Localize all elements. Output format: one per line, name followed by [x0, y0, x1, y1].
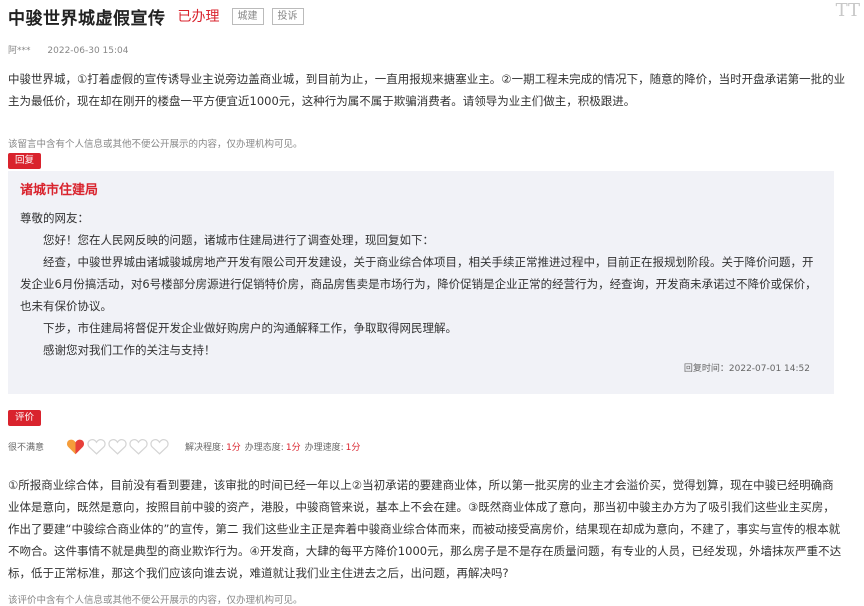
reply-badge: 回复	[8, 153, 42, 169]
reply-paragraph: 下步，市住建局将督促开发企业做好购房户的沟通解释工作，争取取得网民理解。	[43, 321, 457, 335]
score-label-attitude: 办理态度:	[244, 442, 284, 453]
overall-rating-label: 很不满意	[8, 442, 45, 453]
evaluation-badge: 评价	[8, 410, 42, 426]
heart-empty-icon	[129, 438, 148, 455]
score-label-resolution: 解决程度:	[185, 442, 225, 453]
heart-empty-icon	[108, 438, 127, 455]
rating-row: 很不满意 解决程度: 1分 办理态度: 1分 办理速度: 1分	[8, 436, 360, 456]
page-header: 中骏世界城虚假宣传 已办理 城建 投诉	[8, 4, 856, 29]
reply-content: 尊敬的网友： 您好！您在人民网反映的问题，诸城市住建局进行了调查处理，现回复如下…	[20, 207, 820, 361]
post-date: 2022-06-30 15:04	[47, 46, 129, 56]
message-content: 中骏世界城，①打着虚假的宣传诱导业主说旁边盖商业城，到目前为止，一直用报规来搪塞…	[8, 72, 846, 108]
reply-paragraph: 经查，中骏世界城由诸城骏城房地产开发有限公司开发建设，关于商业综合体项目，相关手…	[20, 255, 817, 313]
evaluation-privacy-notice: 该评价中含有个人信息或其他不便公开展示的内容，仅办理机构可见。	[8, 595, 303, 606]
heart-rating	[66, 438, 171, 455]
score-value-speed: 1分	[345, 442, 361, 453]
reply-paragraph: 感谢您对我们工作的关注与支持！	[43, 343, 216, 357]
heart-filled-icon	[66, 439, 85, 454]
score-value-resolution: 1分	[226, 442, 241, 453]
reply-time: 回复时间：2022-07-01 14:52	[683, 364, 810, 374]
reply-box: 诸城市住建局 尊敬的网友： 您好！您在人民网反映的问题，诸城市住建局进行了调查处…	[8, 171, 834, 394]
tag-category[interactable]: 城建	[231, 7, 264, 25]
font-size-toggle-icon[interactable]: TT	[836, 0, 860, 21]
heart-empty-icon	[150, 438, 169, 455]
score-value-attitude: 1分	[285, 442, 301, 453]
reply-org-name: 诸城市住建局	[20, 183, 99, 198]
reply-greeting: 尊敬的网友：	[20, 211, 89, 225]
author-name: 阿***	[8, 46, 31, 56]
evaluation-content: ①所报商业综合体，目前没有看到要建，该审批的时间已经一年以上②当初承诺的要建商业…	[8, 478, 842, 580]
score-label-speed: 办理速度:	[304, 442, 344, 453]
message-privacy-notice: 该留言中含有个人信息或其他不便公开展示的内容，仅办理机构可见。	[8, 139, 303, 150]
reply-paragraph: 您好！您在人民网反映的问题，诸城市住建局进行了调查处理，现回复如下：	[43, 233, 434, 247]
message-meta: 阿*** 2022-06-30 15:04	[8, 43, 129, 56]
heart-empty-icon	[87, 438, 106, 455]
tag-type[interactable]: 投诉	[271, 7, 304, 25]
page-title: 中骏世界城虚假宣传	[8, 8, 166, 29]
status-label: 已办理	[177, 9, 220, 25]
